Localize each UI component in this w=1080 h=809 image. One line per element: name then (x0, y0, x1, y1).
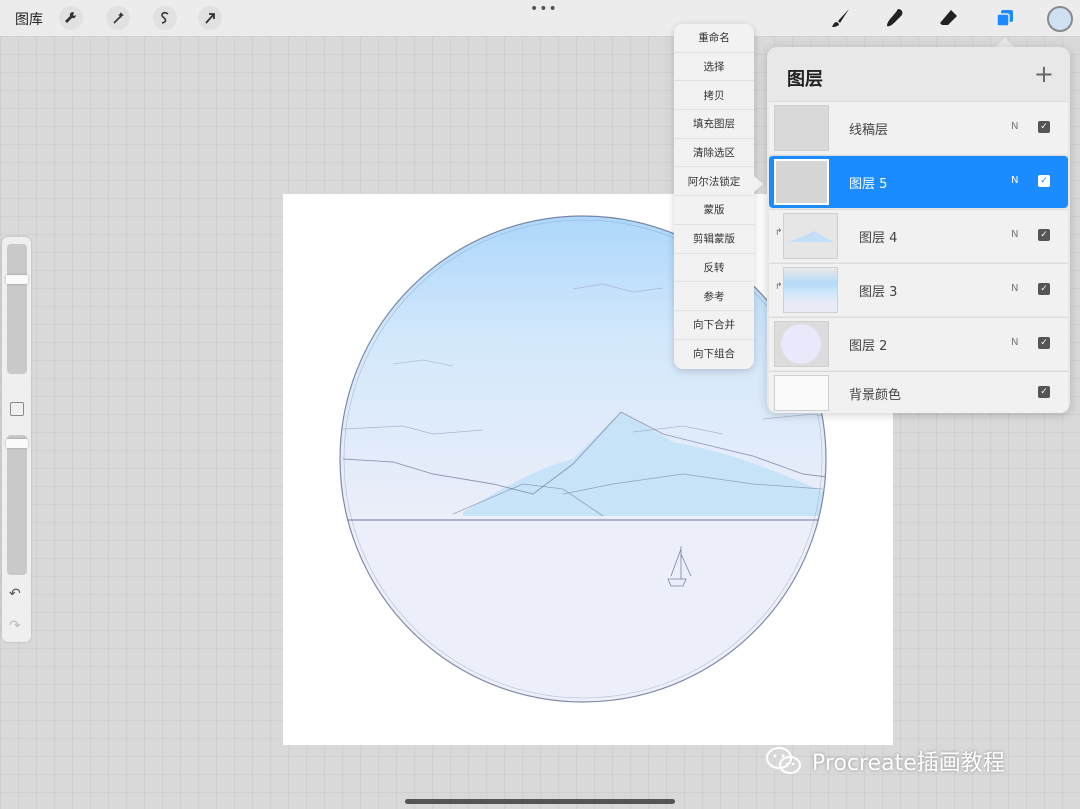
visibility-checkbox[interactable]: ✓ (1038, 229, 1050, 241)
smudge-icon[interactable] (882, 6, 908, 30)
menu-item-clipping-mask[interactable]: 剪辑蒙版 (674, 225, 754, 254)
menu-item-copy[interactable]: 拷贝 (674, 81, 754, 111)
wechat-icon (766, 747, 801, 774)
layer-name: 图层 4 (859, 231, 898, 246)
layer-thumbnail (774, 159, 829, 205)
layer-options-menu: 重命名 选择 拷贝 填充图层 清除选区 阿尔法锁定 蒙版 剪辑蒙版 反转 参考 … (674, 24, 754, 369)
blend-mode-button[interactable]: N (1011, 283, 1018, 294)
blend-mode-button[interactable]: N (1011, 229, 1018, 240)
layer-name: 图层 5 (849, 177, 888, 192)
layers-panel: 图层 + 线稿层 N ✓ 图层 5 N ✓ ↱ 图层 4 N ✓ ↱ 图层 3 … (767, 47, 1070, 413)
gallery-button[interactable]: 图库 (15, 9, 43, 29)
visibility-checkbox[interactable]: ✓ (1038, 175, 1050, 187)
layer-name: 线稿层 (849, 123, 889, 138)
clip-indicator-icon: ↱ (775, 282, 783, 292)
clip-indicator-icon: ↱ (775, 228, 783, 238)
layer-thumbnail (783, 213, 838, 259)
layer-row[interactable]: 图层 2 N ✓ (769, 317, 1068, 370)
blend-mode-button[interactable]: N (1011, 175, 1018, 186)
menu-item-merge-down[interactable]: 向下合并 (674, 311, 754, 340)
menu-pointer (754, 176, 763, 192)
visibility-checkbox[interactable]: ✓ (1038, 283, 1050, 295)
layer-thumbnail (783, 267, 838, 313)
watermark: Procreate插画教程 (764, 746, 1005, 776)
layer-thumbnail (774, 321, 829, 367)
menu-item-alpha-lock[interactable]: 阿尔法锁定 (674, 167, 754, 197)
wrench-icon[interactable] (59, 6, 83, 30)
layer-row[interactable]: ↱ 图层 4 N ✓ (769, 209, 1068, 262)
layer-row-background[interactable]: 背景颜色 ✓ (769, 371, 1068, 413)
panel-arrow (996, 38, 1014, 47)
top-toolbar: 图库 ••• (0, 0, 1080, 37)
visibility-checkbox[interactable]: ✓ (1038, 337, 1050, 349)
menu-item-invert[interactable]: 反转 (674, 254, 754, 283)
layer-name: 图层 2 (849, 339, 888, 354)
eraser-icon[interactable] (936, 6, 962, 30)
menu-item-combine-down[interactable]: 向下组合 (674, 340, 754, 369)
opacity-handle[interactable] (6, 439, 28, 449)
selection-s-icon[interactable] (153, 6, 177, 30)
home-indicator[interactable] (405, 799, 675, 804)
redo-icon[interactable]: ↷ (9, 618, 21, 634)
magic-wand-icon[interactable] (106, 6, 130, 30)
undo-icon[interactable]: ↶ (9, 586, 21, 602)
menu-item-fill-layer[interactable]: 填充图层 (674, 110, 754, 139)
menu-item-rename[interactable]: 重命名 (674, 24, 754, 53)
brush-size-slider[interactable] (7, 244, 27, 374)
menu-item-select[interactable]: 选择 (674, 53, 754, 82)
layer-thumbnail (774, 375, 829, 411)
blend-mode-button[interactable]: N (1011, 121, 1018, 132)
opacity-slider[interactable] (7, 435, 27, 575)
menu-item-mask[interactable]: 蒙版 (674, 196, 754, 225)
more-options-icon[interactable]: ••• (530, 1, 558, 17)
transform-arrow-icon[interactable] (198, 6, 222, 30)
layer-name: 背景颜色 (849, 388, 902, 403)
menu-item-clear[interactable]: 清除选区 (674, 139, 754, 168)
layer-row-selected[interactable]: 图层 5 N ✓ (769, 155, 1068, 208)
color-swatch-button[interactable] (1047, 6, 1073, 32)
layer-row[interactable]: ↱ 图层 3 N ✓ (769, 263, 1068, 316)
layer-name: 图层 3 (859, 285, 898, 300)
layer-thumbnail (774, 105, 829, 151)
visibility-checkbox[interactable]: ✓ (1038, 121, 1050, 133)
blend-mode-button[interactable]: N (1011, 337, 1018, 348)
visibility-checkbox[interactable]: ✓ (1038, 386, 1050, 398)
modify-button[interactable] (10, 402, 24, 416)
layer-row[interactable]: 线稿层 N ✓ (769, 101, 1068, 154)
brush-size-handle[interactable] (6, 275, 28, 285)
menu-item-reference[interactable]: 参考 (674, 282, 754, 311)
left-sidebar: ↶ ↷ (2, 237, 31, 642)
layers-title: 图层 (787, 69, 823, 90)
layers-icon[interactable] (992, 6, 1018, 30)
add-layer-button[interactable]: + (1034, 60, 1054, 88)
brush-icon[interactable] (828, 6, 854, 30)
watermark-text: Procreate插画教程 (812, 751, 1005, 776)
